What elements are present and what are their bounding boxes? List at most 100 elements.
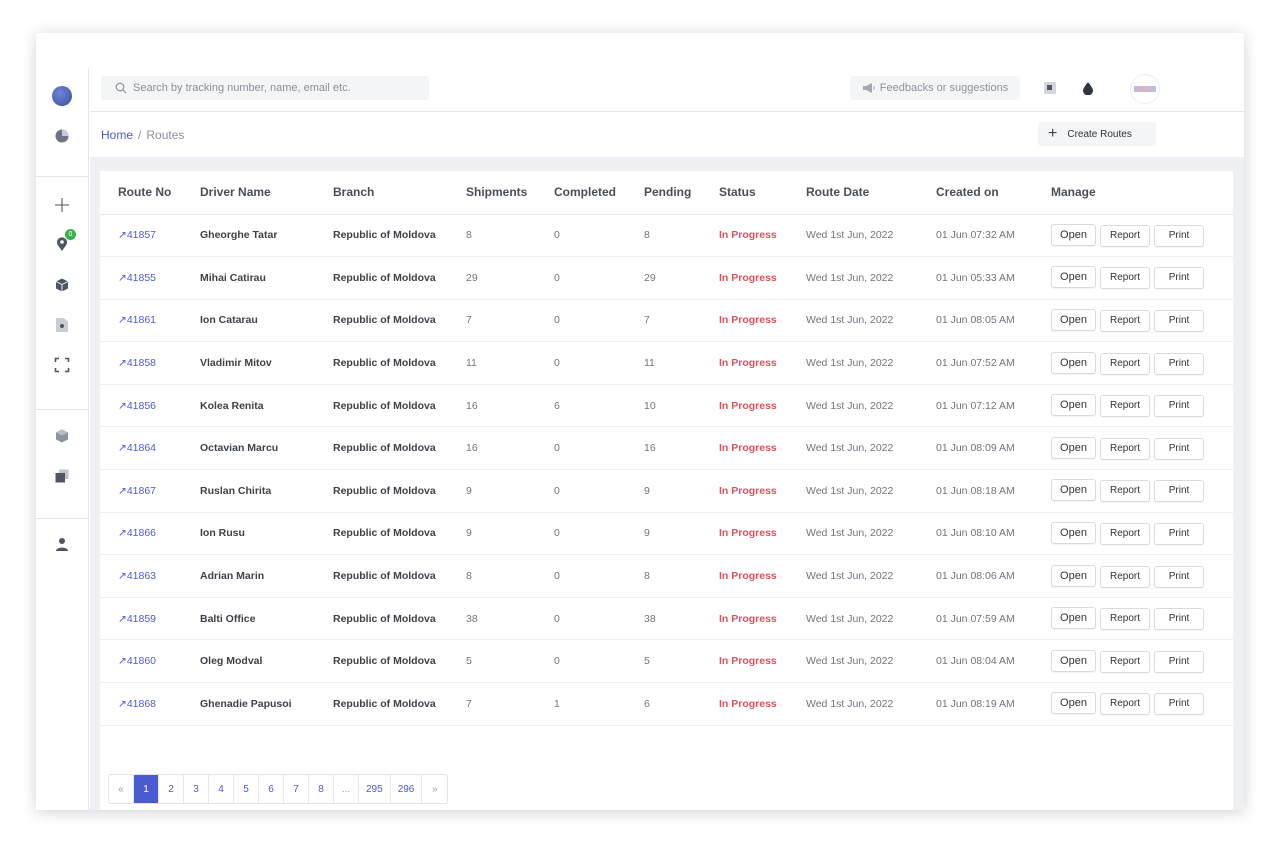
pagination-page[interactable]: 295 — [359, 775, 391, 803]
open-button[interactable]: Open — [1051, 649, 1096, 672]
print-button[interactable]: Print — [1154, 608, 1204, 631]
open-button[interactable]: Open — [1051, 607, 1096, 630]
pagination-page[interactable]: 1 — [134, 775, 159, 803]
report-button[interactable]: Report — [1100, 267, 1150, 290]
route-link[interactable]: ↗41859 — [100, 597, 182, 641]
open-button[interactable]: Open — [1051, 394, 1096, 417]
pagination-page[interactable]: 3 — [184, 775, 209, 803]
route-link[interactable]: ↗41864 — [100, 426, 182, 471]
report-button[interactable]: Report — [1100, 480, 1150, 503]
report-button[interactable]: Report — [1100, 352, 1150, 375]
print-button[interactable]: Print — [1154, 224, 1204, 247]
print-button[interactable]: Print — [1154, 437, 1204, 460]
user-icon[interactable] — [52, 534, 72, 554]
route-link[interactable]: ↗41861 — [100, 299, 182, 343]
print-button[interactable]: Print — [1154, 693, 1204, 716]
print-button[interactable]: Print — [1154, 480, 1204, 503]
print-button[interactable]: Print — [1154, 352, 1204, 375]
arrow-up-right-icon: ↗ — [118, 271, 127, 284]
route-date: Wed 1st Jun, 2022 — [788, 426, 918, 471]
column-header[interactable]: Driver Name — [182, 171, 315, 215]
shipments-count: 9 — [448, 469, 536, 513]
create-routes-button[interactable]: + Create Routes — [1038, 122, 1156, 146]
document-icon[interactable] — [52, 315, 72, 335]
pagination: « 1 2 3 4 5 6 7 8 ... 295 296 » — [108, 774, 449, 804]
pagination-page[interactable]: 2 — [159, 775, 184, 803]
feedback-button[interactable]: Feedbacks or suggestions — [850, 76, 1020, 100]
pagination-prev[interactable]: « — [109, 775, 134, 803]
route-link[interactable]: ↗41855 — [100, 256, 182, 300]
search-icon — [115, 82, 127, 94]
report-button[interactable]: Report — [1100, 565, 1150, 588]
open-button[interactable]: Open — [1051, 351, 1096, 374]
print-button[interactable]: Print — [1154, 267, 1204, 290]
report-button[interactable]: Report — [1100, 522, 1150, 545]
print-button[interactable]: Print — [1154, 395, 1204, 418]
search-input[interactable] — [133, 82, 413, 94]
column-header[interactable]: Shipments — [448, 171, 536, 215]
copy-icon[interactable] — [52, 466, 72, 486]
avatar[interactable] — [1130, 74, 1160, 104]
plus-icon[interactable] — [52, 195, 72, 215]
open-button[interactable]: Open — [1051, 564, 1096, 587]
route-link[interactable]: ↗41863 — [100, 554, 182, 598]
breadcrumb-home[interactable]: Home — [101, 128, 133, 142]
pagination-page[interactable]: 8 — [309, 775, 334, 803]
column-header[interactable]: Branch — [315, 171, 448, 215]
route-link[interactable]: ↗41866 — [100, 512, 182, 556]
pagination-page[interactable]: 7 — [284, 775, 309, 803]
pagination-page[interactable]: 5 — [234, 775, 259, 803]
arrow-up-right-icon: ↗ — [118, 357, 127, 370]
route-link[interactable]: ↗41867 — [100, 469, 182, 513]
route-link[interactable]: ↗41856 — [100, 384, 182, 428]
report-button[interactable]: Report — [1100, 395, 1150, 418]
pagination-page[interactable]: 296 — [391, 775, 423, 803]
branch-name: Republic of Moldova — [315, 426, 448, 471]
table-row: ↗41857 Gheorghe Tatar Republic of Moldova 8… — [100, 214, 1233, 258]
column-header[interactable]: Route Date — [788, 171, 918, 215]
pagination-page[interactable]: 6 — [259, 775, 284, 803]
route-link[interactable]: ↗41860 — [100, 639, 182, 684]
column-header[interactable]: Created on — [918, 171, 1033, 215]
open-button[interactable]: Open — [1051, 308, 1096, 331]
window-icon[interactable] — [1042, 80, 1058, 96]
search-bar[interactable] — [101, 76, 429, 100]
pagination-page[interactable]: 4 — [209, 775, 234, 803]
print-button[interactable]: Print — [1154, 309, 1204, 332]
report-button[interactable]: Report — [1100, 437, 1150, 460]
report-button[interactable]: Report — [1100, 693, 1150, 716]
open-button[interactable]: Open — [1051, 266, 1096, 289]
branch-name: Republic of Moldova — [315, 256, 448, 300]
report-button[interactable]: Report — [1100, 650, 1150, 673]
print-button[interactable]: Print — [1154, 522, 1204, 545]
completed-count: 0 — [536, 469, 626, 513]
route-link[interactable]: ↗41857 — [100, 214, 182, 258]
box-icon[interactable] — [52, 275, 72, 295]
open-button[interactable]: Open — [1051, 692, 1096, 715]
page-header: Home / Routes + Create Routes — [90, 113, 1244, 157]
column-header[interactable]: Completed — [536, 171, 626, 215]
route-link[interactable]: ↗41868 — [100, 682, 182, 726]
report-button[interactable]: Report — [1100, 309, 1150, 332]
column-header[interactable]: Pending — [626, 171, 701, 215]
logo-icon[interactable] — [52, 86, 72, 106]
open-button[interactable]: Open — [1051, 479, 1096, 502]
column-header[interactable]: Route No — [100, 171, 182, 215]
print-button[interactable]: Print — [1154, 565, 1204, 588]
status-badge: In Progress — [701, 256, 788, 300]
column-header[interactable]: Status — [701, 171, 788, 215]
report-button[interactable]: Report — [1100, 224, 1150, 247]
pie-chart-icon[interactable] — [52, 126, 72, 146]
open-button[interactable]: Open — [1051, 436, 1096, 459]
pagination-next[interactable]: » — [422, 775, 447, 803]
report-button[interactable]: Report — [1100, 608, 1150, 631]
pending-count: 6 — [626, 682, 701, 726]
drop-icon[interactable] — [1080, 80, 1096, 96]
open-button[interactable]: Open — [1051, 223, 1096, 246]
print-button[interactable]: Print — [1154, 650, 1204, 673]
cube-icon[interactable] — [52, 426, 72, 446]
open-button[interactable]: Open — [1051, 521, 1096, 544]
scan-icon[interactable] — [52, 355, 72, 375]
route-link[interactable]: ↗41858 — [100, 341, 182, 385]
location-pin-icon[interactable]: 0 — [52, 229, 76, 254]
